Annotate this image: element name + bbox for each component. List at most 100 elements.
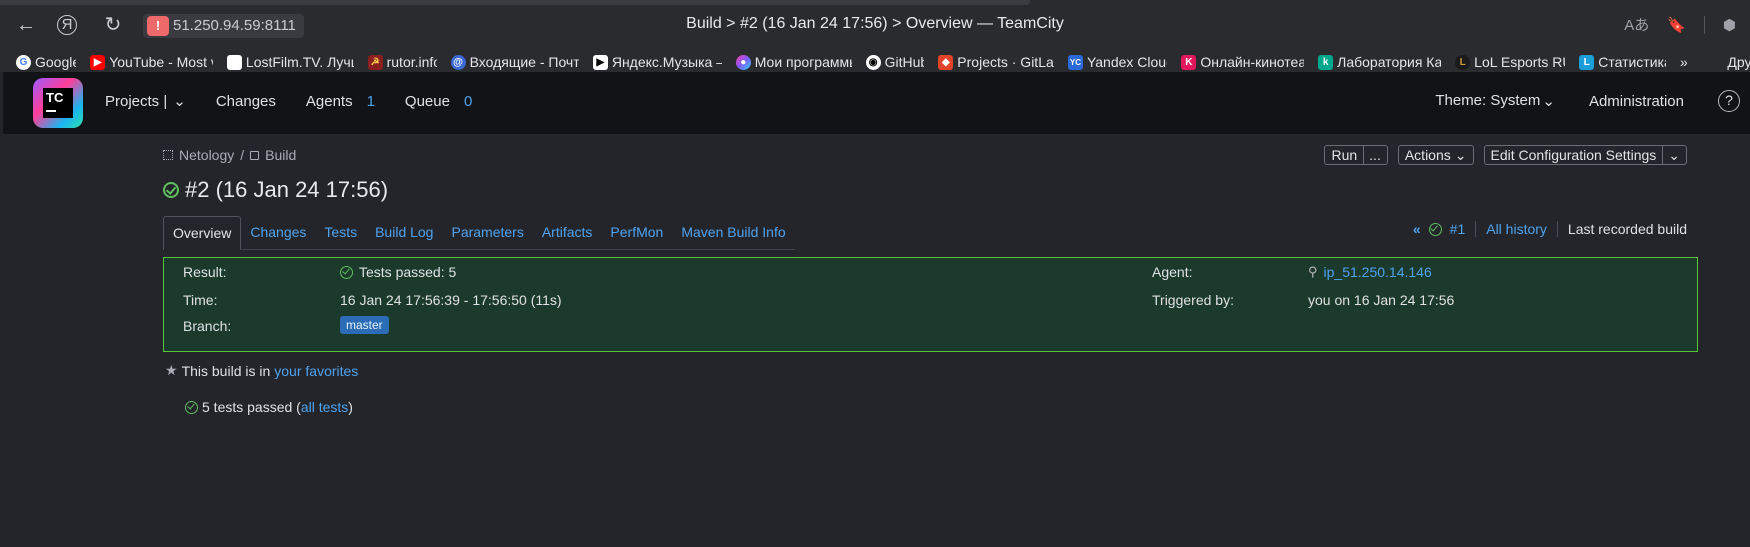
- breadcrumb-build[interactable]: Build: [265, 147, 296, 163]
- mail-icon: @: [450, 54, 466, 70]
- help-icon[interactable]: ?: [1718, 90, 1740, 112]
- nav-queue[interactable]: Queue 0: [405, 93, 472, 110]
- bookmark-yandex-music[interactable]: ▶ Яндекс.Музыка —: [592, 54, 722, 70]
- breadcrumb: Netology / Build: [163, 147, 296, 163]
- bookmark-statistics[interactable]: L Статистика: [1579, 54, 1666, 70]
- bookmark-programs[interactable]: ● Мои программы: [735, 54, 852, 70]
- breadcrumb-separator: /: [240, 147, 245, 163]
- divider: [1556, 221, 1558, 237]
- translate-icon[interactable]: Aあ: [1624, 14, 1649, 35]
- tab-artifacts[interactable]: Artifacts: [533, 216, 602, 249]
- tests-summary: 5 tests passed (all tests): [185, 399, 353, 415]
- nav-projects[interactable]: Projects | ⌄: [105, 92, 186, 111]
- bookmark-github[interactable]: ◉ GitHub: [865, 54, 924, 70]
- success-icon: [185, 400, 198, 414]
- main-nav: Projects | ⌄ Changes Agents 1 Queue 0: [105, 92, 502, 111]
- build-config-icon: [250, 150, 260, 160]
- all-tests-link[interactable]: all tests: [301, 399, 348, 415]
- page-title: #2 (16 Jan 24 17:56): [163, 177, 388, 203]
- success-icon: [340, 265, 353, 279]
- tab-overview[interactable]: Overview: [163, 216, 242, 250]
- bookmark-lol-esports[interactable]: L LoL Esports RU: [1455, 54, 1565, 70]
- project-grid-icon: [163, 150, 173, 160]
- queue-count: 0: [463, 92, 473, 110]
- all-history-link[interactable]: All history: [1486, 221, 1547, 237]
- bookmark-kinopoisk[interactable]: K Онлайн-кинотеат: [1181, 54, 1304, 70]
- chevron-down-icon[interactable]: ⌄: [173, 92, 186, 110]
- header-right: Theme: System ⌄ Administration ?: [1435, 90, 1740, 112]
- agents-count: 1: [366, 92, 375, 110]
- google-icon: G: [16, 54, 31, 70]
- bookmark-rutor[interactable]: ☭ rutor.info: [367, 54, 437, 70]
- bookmark-google[interactable]: G Google: [16, 54, 76, 70]
- nav-agents[interactable]: Agents 1: [306, 93, 375, 110]
- agent-value: ⚲ ip_51.250.14.146: [1308, 264, 1432, 280]
- edit-configuration-button[interactable]: Edit Configuration Settings ⌄: [1483, 145, 1687, 165]
- linux-icon: ⚲: [1308, 264, 1318, 279]
- build-actions: Run... Actions ⌄ Edit Configuration Setti…: [1324, 145, 1687, 165]
- time-value: 16 Jan 24 17:56:39 - 17:56:50 (11s): [340, 292, 562, 308]
- bookmarks-other-folder[interactable]: Дру: [1727, 54, 1750, 70]
- teamcity-logo[interactable]: TC: [33, 78, 83, 128]
- chevron-down-icon: ⌄: [1454, 147, 1467, 163]
- lol-icon: L: [1455, 54, 1471, 70]
- breadcrumb-project[interactable]: Netology: [179, 147, 234, 163]
- browser-toolbar: ← Я ↻ ! 51.250.94.59:8111 Build > #2 (16…: [0, 0, 1750, 52]
- music-icon: ▶: [592, 54, 608, 70]
- lostfilm-icon: [226, 54, 242, 70]
- branch-badge[interactable]: master: [340, 316, 389, 334]
- shield-icon[interactable]: ⬢: [1723, 16, 1736, 34]
- tests-summary-text: 5 tests passed (: [202, 399, 301, 415]
- youtube-icon: ▶: [90, 54, 106, 70]
- bookmarks-overflow-icon[interactable]: »: [1680, 54, 1687, 70]
- bookmark-yandex-cloud[interactable]: YC Yandex Cloud: [1067, 54, 1167, 70]
- bookmark-mail[interactable]: @ Входящие - Почта: [450, 54, 579, 70]
- last-recorded-build-label: Last recorded build: [1567, 221, 1687, 237]
- branch-label: Branch:: [183, 318, 232, 334]
- theme-selector[interactable]: Theme: System ⌄: [1435, 92, 1555, 110]
- github-icon: ◉: [865, 54, 881, 70]
- build-history-nav: « #1 All history Last recorded build: [1413, 221, 1687, 237]
- bookmark-kaspersky[interactable]: k Лаборатория Кас: [1318, 54, 1441, 70]
- previous-build-arrow-icon[interactable]: «: [1413, 221, 1421, 237]
- bookmark-gitlab[interactable]: ◆ Projects · GitLab: [938, 54, 1054, 70]
- bookmark-icon[interactable]: 🔖: [1667, 16, 1686, 34]
- build-number-title: #2 (16 Jan 24 17:56): [185, 177, 389, 202]
- branch-value: master: [340, 316, 389, 334]
- nav-changes[interactable]: Changes: [216, 93, 276, 110]
- tab-maven-build-info[interactable]: Maven Build Info: [672, 216, 794, 249]
- logo-text: TC: [46, 90, 64, 105]
- actions-dropdown[interactable]: Actions ⌄: [1397, 145, 1474, 165]
- teamcity-header: TC Projects | ⌄ Changes Agents 1 Queue 0 Th…: [3, 72, 1750, 134]
- tab-build-log[interactable]: Build Log: [366, 216, 442, 249]
- star-icon[interactable]: ★: [165, 362, 178, 379]
- success-icon: [163, 182, 179, 198]
- build-tabs: Overview Changes Tests Build Log Paramet…: [163, 216, 795, 250]
- chevron-down-icon[interactable]: ⌄: [1662, 146, 1680, 164]
- triggered-by-value: you on 16 Jan 24 17:56: [1308, 292, 1455, 308]
- toolbar-divider: [1703, 15, 1705, 34]
- bookmark-lostfilm[interactable]: LostFilm.TV. Лучш: [226, 54, 354, 70]
- success-icon: [1428, 222, 1442, 236]
- statistics-icon: L: [1579, 54, 1595, 70]
- run-options-button[interactable]: ...: [1363, 146, 1381, 164]
- agent-label: Agent:: [1152, 264, 1193, 280]
- triggered-by-label: Triggered by:: [1152, 292, 1234, 308]
- administration-link[interactable]: Administration: [1589, 93, 1684, 110]
- browser-actions: Aあ 🔖 ⬢: [1624, 14, 1736, 35]
- tab-tests[interactable]: Tests: [315, 216, 366, 249]
- previous-build-link[interactable]: #1: [1450, 221, 1466, 237]
- tab-parameters[interactable]: Parameters: [442, 216, 532, 249]
- run-button[interactable]: Run...: [1324, 145, 1388, 165]
- gitlab-icon: ◆: [938, 54, 954, 70]
- favorites-link[interactable]: your favorites: [274, 363, 358, 379]
- agent-link[interactable]: ip_51.250.14.146: [1324, 264, 1432, 280]
- bookmark-youtube[interactable]: ▶ YouTube - Most vi: [90, 54, 213, 70]
- rutor-icon: ☭: [367, 54, 383, 70]
- kinopoisk-icon: K: [1181, 54, 1197, 70]
- bookmarks-bar: G Google ▶ YouTube - Most vi LostFilm.TV. …: [0, 52, 1750, 72]
- result-label: Result:: [183, 264, 227, 280]
- tab-perfmon[interactable]: PerfMon: [601, 216, 672, 249]
- tab-changes[interactable]: Changes: [241, 216, 315, 249]
- favorites-note: ★ This build is in your favorites: [165, 362, 358, 379]
